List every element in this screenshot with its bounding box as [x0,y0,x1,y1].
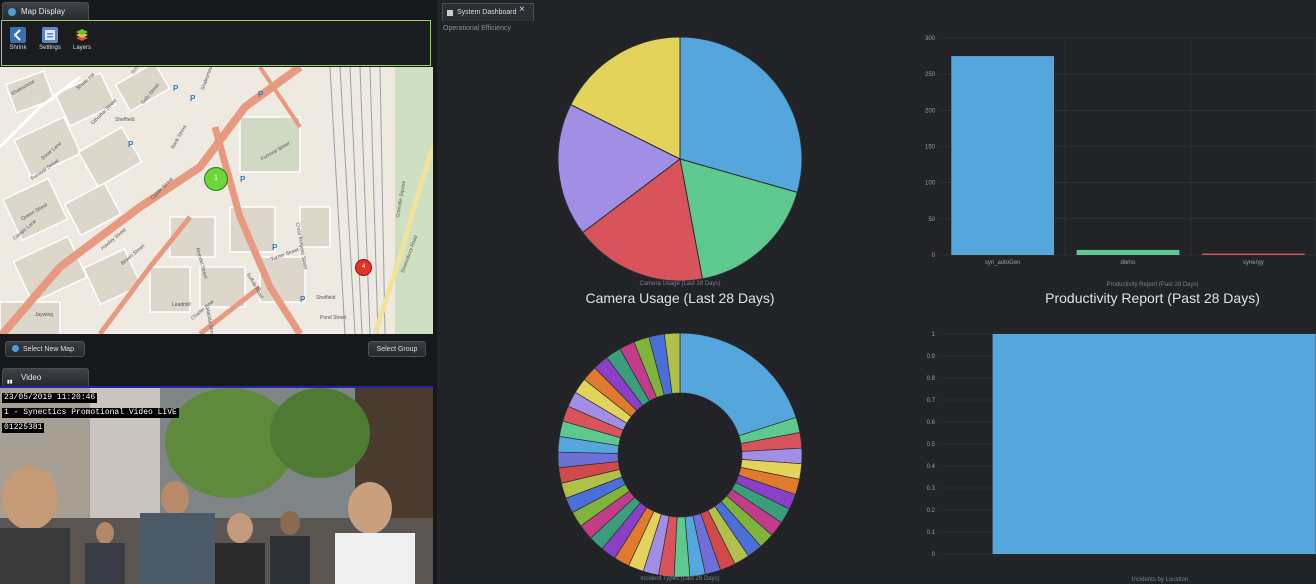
bar[interactable] [992,334,1316,554]
video-tab[interactable]: ▮▮ Video [2,368,89,386]
incident-types-donut [557,332,803,578]
incidents-location-subtitle: Incidents by Location [1131,577,1189,583]
incidents-location-bar-chart: 0 0.1 0.2 0.3 0.4 0.5 0.6 0.7 0.8 0.9 1 [927,332,1316,558]
layers-icon [74,27,90,43]
layers-button[interactable]: Layers [68,27,96,51]
y-tick-label: 0.1 [927,530,936,536]
chevron-left-icon [10,27,26,43]
bar[interactable] [951,56,1055,255]
camera-marker-green[interactable]: 1 [204,167,228,191]
y-tick-label: 0.8 [927,376,936,382]
y-tick-label: 250 [925,72,936,78]
marker-label: 1 [214,175,218,182]
globe-icon [8,8,16,16]
section-title: Operational Efficiency [443,25,511,32]
donut-slice[interactable] [679,332,797,437]
map-display-tab[interactable]: Map Display [2,2,89,20]
dashboard-icon [447,10,453,16]
system-dashboard-tab-label: System Dashboard [457,9,517,16]
y-tick-label: 0.5 [927,442,936,448]
y-tick-label: 0 [932,552,936,558]
settings-label: Settings [39,45,61,51]
svg-text:P: P [173,84,179,93]
select-group-button[interactable]: Select Group [368,341,426,357]
svg-text:P: P [258,90,264,99]
map-canvas: P P P P P P P [0,67,433,334]
video-caption: 1 - Synectics Promotional Video LIVE [2,408,179,418]
y-tick-label: 0.2 [927,508,936,514]
marker-label: 4 [361,264,366,270]
camera-marker-red[interactable]: 4 [355,259,372,276]
svg-text:P: P [272,243,278,252]
y-tick-label: 0.7 [927,398,936,404]
svg-text:P: P [240,175,246,184]
select-new-map-button[interactable]: Select New Map [5,341,85,357]
left-panel: Map Display Shrink Settings Layers P P P… [0,0,437,584]
incident-types-subtitle: Incident Types (Last 28 Days) [640,576,720,582]
x-tick-label: synergy [1243,260,1264,266]
camera-usage-pie [557,36,803,282]
map-street-label: Pond Street [320,315,347,321]
svg-text:P: P [190,94,196,103]
map-street-label: Jaywing [35,312,54,318]
settings-icon [42,27,58,43]
map-street-label: Leadmill [172,302,191,308]
video-feed[interactable]: 23/05/2019 11:20:46 1 - Synectics Promot… [0,386,433,584]
select-group-label: Select Group [376,346,418,353]
bar[interactable] [1076,249,1180,255]
camera-usage-subtitle: Camera Usage (Last 28 Days) [639,281,721,287]
productivity-bar-chart: 0 50 100 150 200 250 300 syn_autoGen demo synergy [925,36,1316,266]
svg-text:P: P [300,295,306,304]
productivity-subtitle: Productivity Report (Past 28 Days) [1106,282,1199,288]
shrink-label: Shrink [9,45,27,51]
select-new-map-label: Select New Map [23,346,74,353]
y-tick-label: 1 [932,332,936,338]
bar[interactable] [1201,253,1305,255]
y-tick-label: 0.9 [927,354,936,360]
x-tick-label: syn_autoGen [985,260,1021,266]
map-street-label: Sheffield [115,117,135,123]
y-tick-label: 0.6 [927,420,936,426]
layers-label: Layers [72,45,91,51]
map-display-tab-label: Map Display [21,7,66,16]
camera-usage-title: Camera Usage (Last 28 Days) [585,290,775,306]
map-view[interactable]: PPP PPP P Shalesmoor Shude Hill Shalesmoor… [0,67,433,334]
y-tick-label: 200 [925,108,936,114]
globe-icon [12,345,19,352]
video-timestamp: 23/05/2019 11:20:46 [2,393,98,403]
video-id: 01225381 [2,423,45,433]
map-street-label: Sheffield [316,295,336,301]
svg-text:P: P [128,140,134,149]
y-tick-label: 0.3 [927,486,936,492]
productivity-title: Productivity Report (Past 28 Days) [1045,290,1260,306]
map-toolbar: Shrink Settings Layers [1,20,431,66]
y-tick-label: 50 [928,217,935,223]
close-tab-icon[interactable]: × [519,4,525,15]
settings-button[interactable]: Settings [36,27,64,51]
y-tick-label: 100 [925,181,936,187]
y-tick-label: 150 [925,145,936,151]
video-tab-label: Video [21,373,42,382]
y-tick-label: 0.4 [927,464,936,470]
x-tick-label: demo [1120,260,1136,266]
shrink-button[interactable]: Shrink [4,27,32,51]
y-tick-label: 0 [932,253,936,259]
y-tick-label: 300 [925,36,936,42]
